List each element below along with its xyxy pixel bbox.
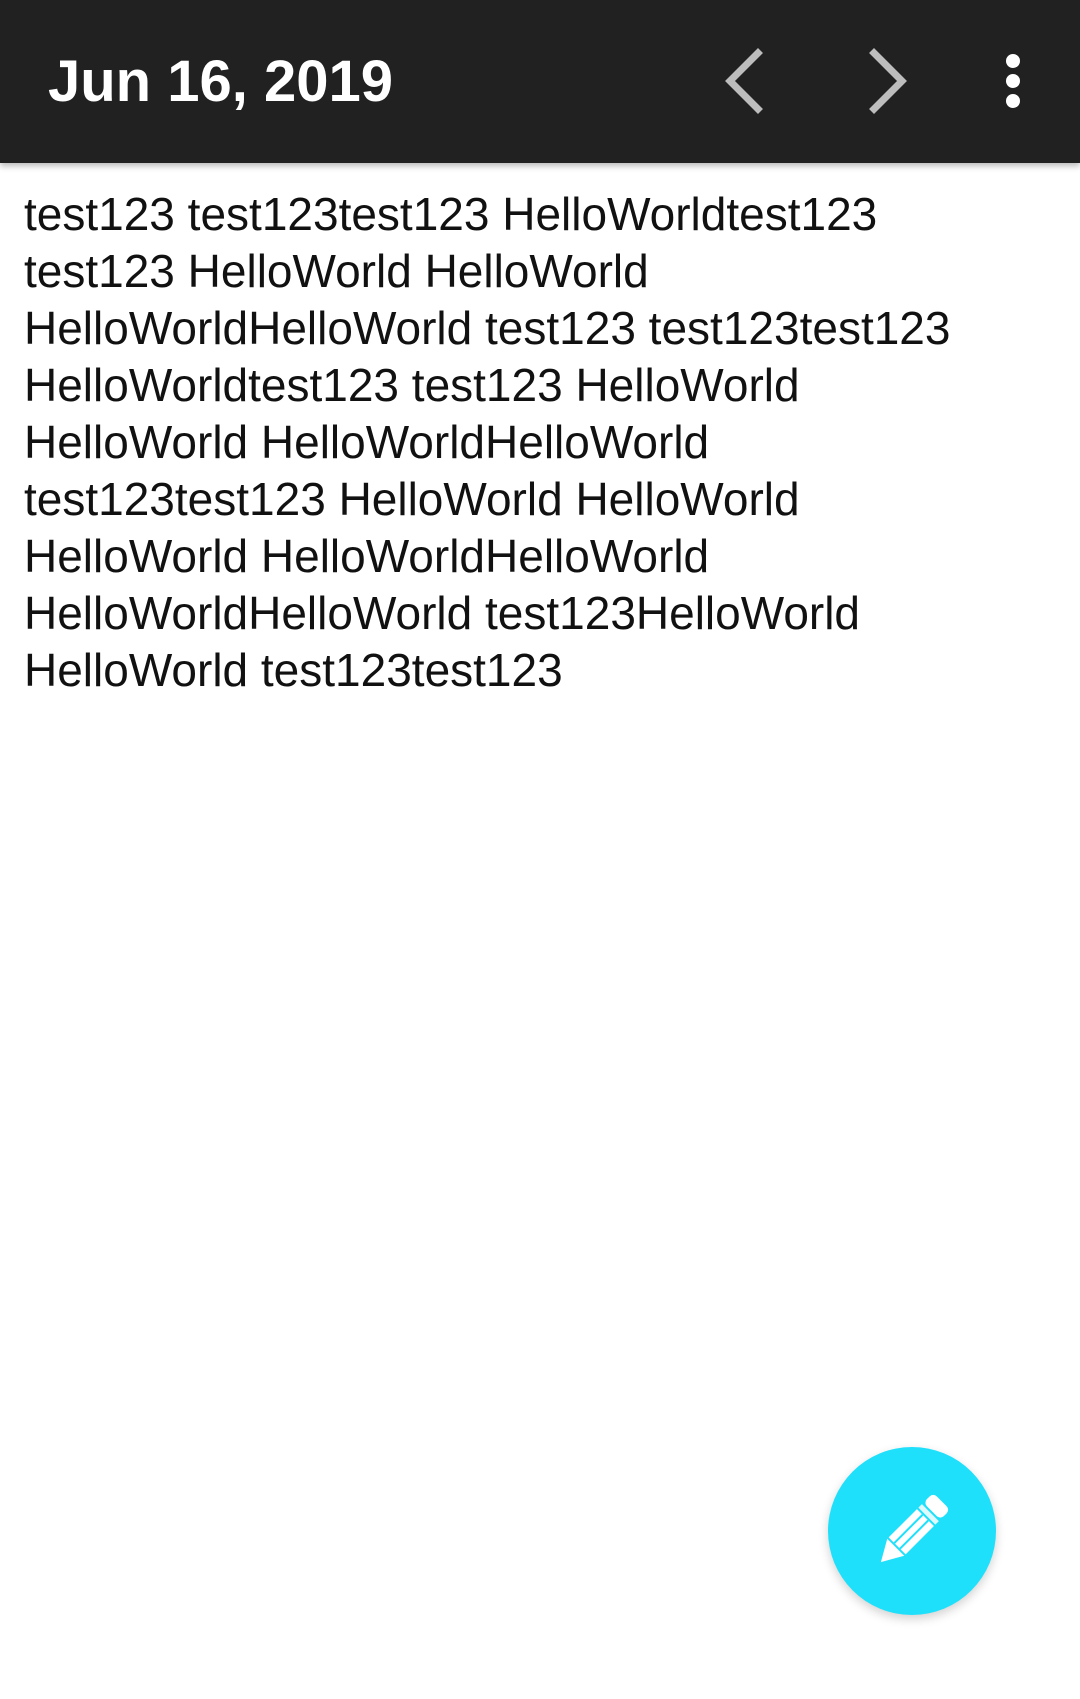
note-text: test123 test123test123 HelloWorldtest123…: [24, 188, 951, 696]
edit-note-button[interactable]: [828, 1447, 996, 1615]
pencil-icon: [880, 1494, 949, 1563]
next-day-button[interactable]: [838, 31, 938, 131]
previous-day-button[interactable]: [694, 31, 794, 131]
more-vert-icon: [1006, 54, 1020, 108]
page-title: Jun 16, 2019: [48, 49, 393, 114]
more-options-button[interactable]: [963, 31, 1063, 131]
chevron-right-icon: [869, 48, 907, 114]
chevron-left-icon: [725, 48, 763, 114]
app-toolbar: Jun 16, 2019: [0, 0, 1080, 163]
